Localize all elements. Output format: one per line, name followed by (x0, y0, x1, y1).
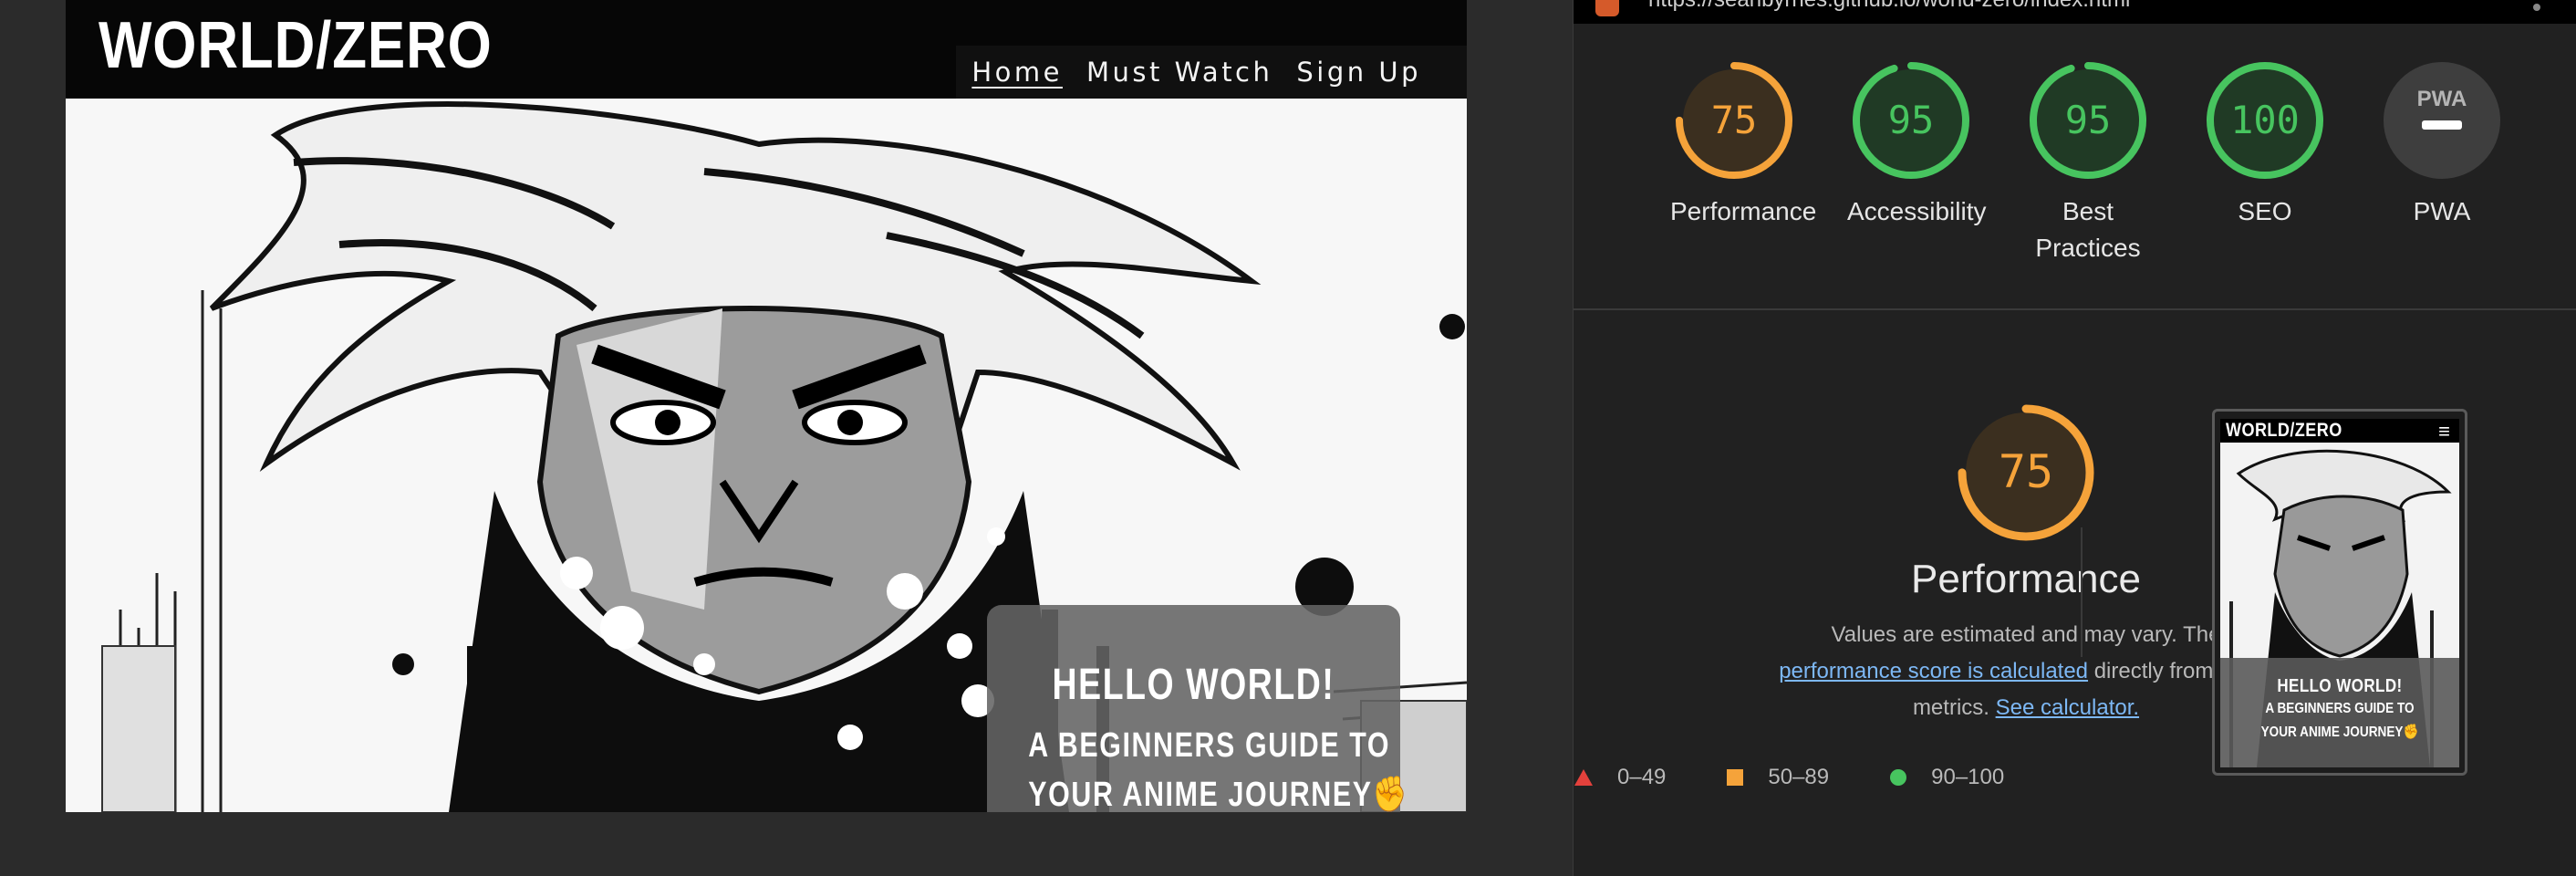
thumbnail-subtitle-line1: A BEGINNERS GUIDE TO (2265, 701, 2415, 716)
page-screenshot-thumbnail[interactable]: WORLD/ZERO ≡ HELLO WORLD! A BEGINNERS GU… (2212, 409, 2467, 776)
site-logo[interactable]: WORLD/ZERO (99, 2, 493, 89)
hero-subtitle-line1: A BEGINNERS GUIDE TO (1028, 726, 1391, 765)
thumbnail-header: WORLD/ZERO ≡ (2220, 419, 2459, 443)
thumbnail-subtitle-line2: YOUR ANIME JOURNEY✊ (2260, 725, 2419, 740)
gauge-performance[interactable]: 75 Performance (1670, 60, 1817, 230)
nav-must-watch-link[interactable]: Must Watch (1086, 57, 1272, 88)
gauge-pwa[interactable]: PWA PWA (2378, 60, 2506, 230)
gauge-accessibility[interactable]: 95 Accessibility (1847, 60, 1987, 230)
lighthouse-icon (1595, 0, 1619, 16)
gauge-seo[interactable]: 100 SEO (2201, 60, 2329, 230)
nav-sign-up-link[interactable]: Sign Up (1296, 57, 1421, 88)
gauge-label: Best Practices (2035, 197, 2141, 262)
nav-home-link[interactable]: Home (971, 57, 1063, 88)
site-nav: Home Must Watch Sign Up (956, 46, 1467, 99)
legend-pass: 90–100 (1889, 765, 2004, 790)
pwa-badge-icon: PWA (2417, 87, 2467, 111)
gauge-score: 95 (1888, 98, 1935, 142)
gauge-label: SEO (2238, 197, 2292, 225)
more-options-icon[interactable] (2533, 4, 2540, 11)
hero-section: HELLO WORLD! A BEGINNERS GUIDE TO YOUR A… (66, 99, 1467, 812)
legend-range: 50–89 (1768, 765, 1830, 789)
thumbnail-title: HELLO WORLD! (2277, 676, 2403, 696)
circle-icon (1890, 769, 1907, 786)
gauge-score: 75 (1711, 98, 1758, 142)
hamburger-icon: ≡ (2438, 420, 2450, 443)
gauge-label: Performance (1670, 197, 1817, 225)
gauge-label: PWA (2413, 197, 2471, 225)
score-calculated-link[interactable]: performance score is calculated (1779, 659, 2088, 683)
site-header: WORLD/ZERO Home Must Watch Sign Up (66, 0, 1467, 99)
gauge-label: Accessibility (1847, 197, 1987, 225)
square-icon (1727, 769, 1744, 786)
lighthouse-panel: https://seanbyrnes.github.io/world-zero/… (1573, 0, 2576, 876)
hero-title: HELLO WORLD! (1052, 661, 1335, 709)
thumbnail-hero-card: HELLO WORLD! A BEGINNERS GUIDE TO YOUR A… (2220, 658, 2459, 767)
url-text[interactable]: https://seanbyrnes.github.io/world-zero/… (1648, 0, 2130, 13)
legend-average: 50–89 (1726, 765, 1829, 790)
vertical-divider (2081, 527, 2083, 657)
performance-description: Values are estimated and may vary. The p… (1771, 617, 2281, 726)
hero-card: HELLO WORLD! A BEGINNERS GUIDE TO YOUR A… (987, 605, 1409, 812)
legend-range: 0–49 (1617, 765, 1667, 789)
legend-fail: 0–49 (1574, 765, 1666, 790)
thumbnail-logo: WORLD/ZERO (2226, 420, 2342, 441)
hero-subtitle-line2: YOUR ANIME JOURNEY✊ (1028, 776, 1409, 812)
gauge-best-practices[interactable]: 95 Best Practices (2024, 60, 2152, 266)
panel-divider (1574, 308, 2576, 310)
url-bar: https://seanbyrnes.github.io/world-zero/… (1574, 0, 2576, 24)
legend-range: 90–100 (1931, 765, 2005, 789)
gauge-score: 100 (2230, 98, 2300, 142)
see-calculator-link[interactable]: See calculator. (1996, 695, 2139, 720)
score-legend: 0–49 50–89 90–100 (1574, 765, 2064, 790)
performance-gauge-score: 75 (1999, 445, 2053, 498)
thumbnail-content: WORLD/ZERO ≡ HELLO WORLD! A BEGINNERS GU… (2220, 419, 2459, 767)
desc-text: Values are estimated and may vary. The (1831, 622, 2221, 647)
gauge-score: 95 (2065, 98, 2112, 142)
triangle-icon (1574, 769, 1593, 786)
